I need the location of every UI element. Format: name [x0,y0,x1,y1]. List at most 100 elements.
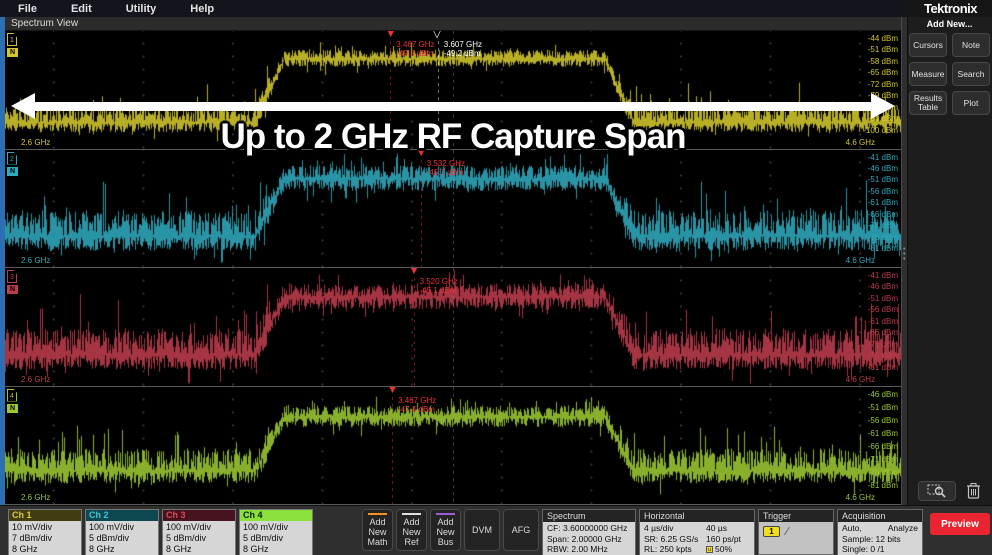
plot-button[interactable]: Plot [952,91,990,115]
ch1-scale: 10 mV/div [12,522,78,533]
horizontal-settings-panel[interactable]: Horizontal 4 µs/div 40 µs SR: 6.25 GS/s … [639,509,755,555]
ch1-db-scale: 7 dBm/div [12,533,78,544]
dbm-axis-label: -81 dBm [868,245,898,253]
amplitude-axis: -46 dBm-51 dBm-56 dBm-61 dBm-66 dBm-71 d… [868,391,898,491]
ch1-badge[interactable]: Ch 1 10 mV/div 7 dBm/div 8 GHz [8,509,82,555]
zoom-mode-button[interactable] [918,481,956,501]
start-frequency-label: 2.6 GHz [21,375,50,384]
cursors-button[interactable]: Cursors [909,33,947,57]
preview-button[interactable]: Preview [930,513,990,535]
dbm-axis-label: -46 dBm [868,165,898,173]
add-new-ref-button[interactable]: Add New Ref [396,509,427,551]
spectrum-band-ch2[interactable]: 2 N 2.6 GHz 4.6 GHz -41 dBm-46 dBm-51 dB… [5,150,901,269]
spectrum-view-tab[interactable]: Spectrum View [5,17,901,31]
spectrum-settings-panel[interactable]: Spectrum CF: 3.60000000 GHz Span: 2.0000… [542,509,636,555]
marker-readout: 3.532 GHz-45.7 dBm [427,159,465,177]
marker-triangle-icon: ▼ [416,150,427,159]
dbm-axis-label: -66 dBm [868,329,898,337]
afg-button[interactable]: AFG [503,509,539,551]
spectrum-band-ch4[interactable]: 4 N 2.6 GHz 4.6 GHz -46 dBm-51 dBm-56 dB… [5,387,901,506]
ch4-db-scale: 5 dBm/div [243,533,309,544]
ch3-bandwidth: 8 GHz [166,544,232,555]
sample-rate-value: SR: 6.25 GS/s [644,534,706,545]
dvm-button[interactable]: DVM [464,509,500,551]
menu-utility[interactable]: Utility [126,3,157,15]
marker-triangle-icon: ▼ [409,268,420,277]
dbm-axis-label: -81 dBm [868,364,898,372]
ch2-badge[interactable]: Ch 2 100 mV/div 5 dBm/div 8 GHz [85,509,159,555]
menu-bar: File Edit Utility Help [0,0,909,17]
horizontal-panel-title: Horizontal [640,510,754,522]
add-new-math-button[interactable]: Add New Math [362,509,393,551]
trigger-source-badge: 1 [763,526,780,537]
bus-accent [436,513,455,515]
stop-frequency-label: 4.6 GHz [846,375,875,384]
rbw-value: RBW: 2.00 MHz [547,544,631,555]
stop-frequency-label: 4.6 GHz [846,493,875,502]
plot-scrollbar[interactable]: ••• [902,17,908,505]
ch4-badge[interactable]: Ch 4 100 mV/div 5 dBm/div 8 GHz [239,509,313,555]
spectrum-band-ch1[interactable]: 1 N 2.6 GHz 4.6 GHz -44 dBm-51 dBm-58 dB… [5,31,901,150]
search-button[interactable]: Search [952,62,990,86]
dbm-axis-label: -41 dBm [868,272,898,280]
center-frequency-line [453,387,454,505]
normal-trace-badge: N [7,167,18,176]
dbm-axis-label: -93 dBm [863,115,898,123]
start-frequency-label: 2.6 GHz [21,256,50,265]
acquisition-settings-panel[interactable]: Acquisition Auto, Analyze Sample: 12 bit… [837,509,923,555]
sample-bits: Sample: 12 bits [842,534,918,545]
center-frequency-value: CF: 3.60000000 GHz [547,523,631,534]
marker-triangle-icon: ▼ [385,31,396,40]
dbm-axis-label: -66 dBm [868,443,898,451]
ch4-bandwidth: 8 GHz [243,544,309,555]
window-value: 40 µs [706,523,750,534]
ch2-bandwidth: 8 GHz [89,544,155,555]
acquisition-action: Analyze [888,523,918,534]
add-new-bus-label: Add New Bus [433,517,458,547]
dbm-axis-label: -56 dBm [868,417,898,425]
normal-trace-badge: N [7,48,18,57]
main-area: Spectrum View 1 N 2.6 GHz 4.6 GHz -44 dB… [0,17,992,505]
settings-bar: Ch 1 10 mV/div 7 dBm/div 8 GHz Ch 2 100 … [0,505,992,555]
right-sidebar: Add New... Cursors Note Measure Search R… [908,17,991,505]
trigger-settings-panel[interactable]: Trigger 1 ∕ [758,509,834,555]
stop-frequency-label: 4.6 GHz [846,256,875,265]
acquisition-mode: Auto, [842,523,862,534]
dbm-axis-label: -100 dBm [863,127,898,135]
dbm-axis-label: -56 dBm [868,306,898,314]
amplitude-axis: -41 dBm-46 dBm-51 dBm-56 dBm-61 dBm-66 d… [868,272,898,372]
dbm-axis-label: -46 dBm [868,391,898,399]
dbm-axis-label: -58 dBm [863,58,898,66]
menu-help[interactable]: Help [190,3,214,15]
normal-trace-badge: N [7,404,18,413]
start-frequency-label: 2.6 GHz [21,138,50,147]
note-button[interactable]: Note [952,33,990,57]
ch3-badge[interactable]: Ch 3 100 mV/div 5 dBm/div 8 GHz [162,509,236,555]
spectrum-view-plot: Spectrum View 1 N 2.6 GHz 4.6 GHz -44 dB… [5,17,902,505]
start-frequency-label: 2.6 GHz [21,493,50,502]
results-table-button[interactable]: Results Table [909,91,947,115]
amplitude-axis: -41 dBm-46 dBm-51 dBm-56 dBm-61 dBm-66 d… [868,154,898,254]
dbm-axis-label: -76 dBm [868,352,898,360]
add-new-button-grid: Cursors Note Measure Search Results Tabl… [909,33,990,115]
dbm-axis-label: -81 dBm [868,482,898,490]
scrollbar-grip-icon[interactable]: ••• [903,247,905,262]
menu-file[interactable]: File [18,3,37,15]
magnifier-icon [927,484,947,498]
dbm-axis-label: -76 dBm [868,469,898,477]
dbm-axis-label: -65 dBm [863,69,898,77]
horizontal-position-icon: u [706,546,713,553]
marker-readout: 3.607 GHz-49.2 dBm [444,40,482,58]
acquisition-panel-title: Acquisition [838,510,922,522]
menu-edit[interactable]: Edit [71,3,92,15]
add-new-bus-button[interactable]: Add New Bus [430,509,461,551]
dbm-axis-label: -44 dBm [863,35,898,43]
record-length-value: RL: 250 kpts [644,544,706,555]
spectrum-band-ch3[interactable]: 3 N 2.6 GHz 4.6 GHz -41 dBm-46 dBm-51 dB… [5,268,901,387]
top-bar: File Edit Utility Help Tektronix [0,0,992,17]
dbm-axis-label: -61 dBm [868,430,898,438]
add-new-math-label: Add New Math [365,517,390,547]
measure-button[interactable]: Measure [909,62,947,86]
trash-icon[interactable] [966,482,981,500]
dbm-axis-label: -46 dBm [868,283,898,291]
